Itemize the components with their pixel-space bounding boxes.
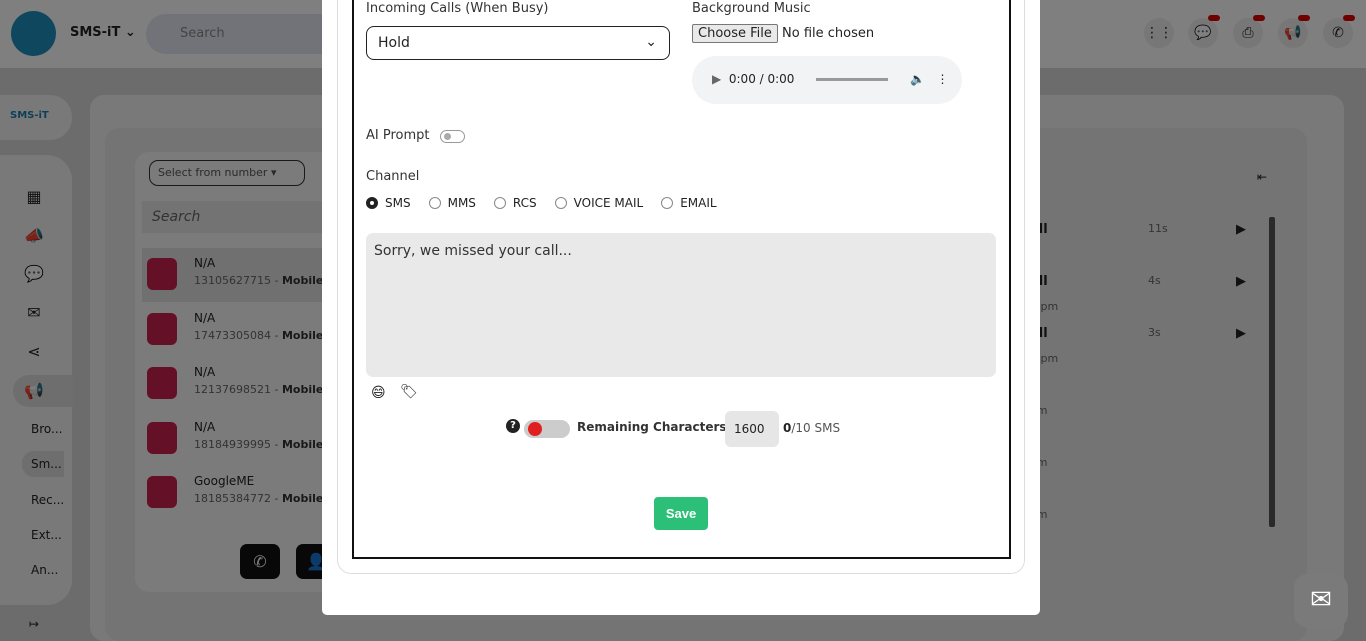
- incoming-calls-select[interactable]: Hold ⌄: [366, 26, 670, 60]
- channel-voice-mail[interactable]: VOICE MAIL: [554, 196, 643, 210]
- remaining-characters-label: Remaining Characters: [577, 420, 727, 434]
- file-input[interactable]: Choose File No file chosen: [692, 24, 874, 43]
- choose-file-button[interactable]: Choose File: [692, 24, 778, 43]
- channel-radio-group: SMS MMS RCS VOICE MAIL EMAIL: [366, 196, 735, 210]
- message-textarea[interactable]: Sorry, we missed your call...: [366, 233, 996, 377]
- channel-sms[interactable]: SMS: [366, 196, 411, 210]
- unicode-toggle[interactable]: [524, 420, 570, 438]
- ai-prompt-label: AI Prompt: [366, 128, 430, 143]
- tags-icon[interactable]: 🏷: [400, 384, 418, 400]
- background-music-label: Background Music: [692, 1, 811, 16]
- channel-email[interactable]: EMAIL: [661, 196, 717, 210]
- channel-rcs[interactable]: RCS: [493, 196, 537, 210]
- sms-count: 0/10 SMS: [783, 421, 841, 435]
- more-icon[interactable]: ⋮: [937, 72, 949, 86]
- incoming-calls-label: Incoming Calls (When Busy): [366, 1, 549, 16]
- play-icon[interactable]: ▶: [712, 72, 721, 86]
- mail-float-button[interactable]: ✉: [1294, 574, 1348, 628]
- ai-prompt-toggle[interactable]: [440, 130, 465, 143]
- volume-icon[interactable]: 🔈: [910, 72, 925, 86]
- emoji-icon[interactable]: 😄: [371, 385, 386, 401]
- remaining-characters-value: 1600: [725, 411, 779, 447]
- audio-progress[interactable]: [816, 78, 889, 81]
- chevron-down-icon: ⌄: [645, 34, 657, 50]
- channel-label: Channel: [366, 169, 420, 184]
- channel-mms[interactable]: MMS: [428, 196, 476, 210]
- audio-player[interactable]: ▶ 0:00 / 0:00 🔈 ⋮: [692, 56, 962, 104]
- save-button[interactable]: Save: [654, 497, 708, 530]
- help-icon[interactable]: ?: [506, 419, 520, 433]
